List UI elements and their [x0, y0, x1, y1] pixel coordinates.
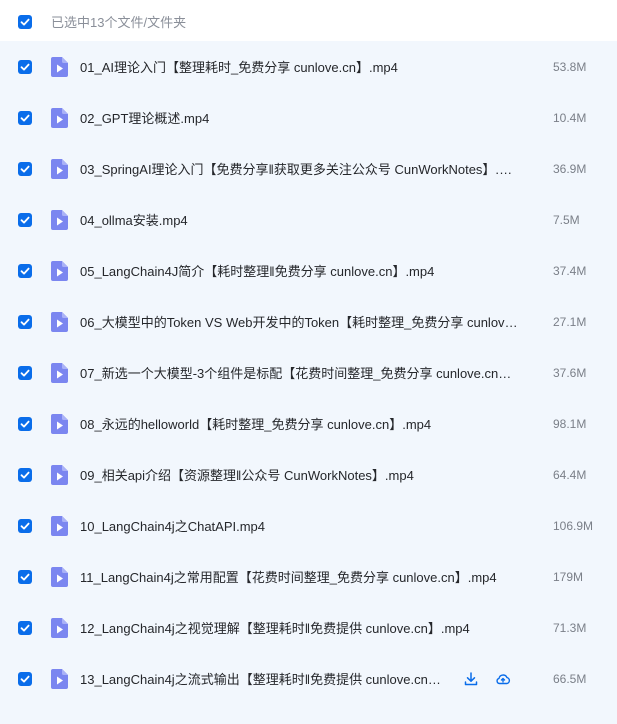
video-file-icon — [51, 566, 68, 587]
file-row[interactable]: 04_ollma安装.mp4 7.5M — [0, 194, 617, 245]
file-checkbox[interactable] — [18, 110, 32, 125]
video-file-icon — [51, 107, 68, 128]
file-size: 98.1M — [553, 416, 587, 431]
file-checkbox[interactable] — [18, 620, 32, 635]
file-checkbox[interactable] — [18, 416, 32, 431]
video-file-icon — [51, 260, 68, 281]
file-size: 37.4M — [553, 263, 587, 278]
file-name[interactable]: 11_LangChain4j之常用配置【花费时间整理_免费分享 cunlove.… — [80, 567, 520, 586]
file-row[interactable]: 06_大模型中的Token VS Web开发中的Token【耗时整理_免费分享 … — [0, 296, 617, 347]
file-row[interactable]: 02_GPT理论概述.mp4 10.4M — [0, 92, 617, 143]
selection-header: 已选中13个文件/文件夹 — [0, 0, 617, 43]
file-row[interactable]: 13_LangChain4j之流式输出【整理耗时‖免费提供 cunlove.cn… — [0, 653, 617, 704]
checkmark-icon — [20, 573, 30, 580]
file-list: 01_AI理论入门【整理耗时_免费分享 cunlove.cn】.mp4 53.8M… — [0, 41, 617, 724]
file-size: 106.9M — [553, 518, 594, 533]
file-checkbox[interactable] — [18, 161, 32, 176]
selection-summary: 已选中13个文件/文件夹 — [51, 15, 187, 30]
video-file-icon — [51, 515, 68, 536]
file-row[interactable]: 03_SpringAI理论入门【免费分享‖获取更多关注公众号 CunWorkNo… — [0, 143, 617, 194]
file-name[interactable]: 07_新选一个大模型-3个组件是标配【花费时间整理_免费分享 cunlove.c… — [80, 363, 520, 382]
checkmark-icon — [20, 318, 30, 325]
file-size: 53.8M — [553, 59, 587, 74]
row-actions — [462, 670, 526, 688]
file-name[interactable]: 03_SpringAI理论入门【免费分享‖获取更多关注公众号 CunWorkNo… — [80, 159, 520, 178]
file-size: 10.4M — [553, 110, 587, 125]
checkmark-icon — [20, 675, 30, 682]
video-file-icon — [51, 413, 68, 434]
file-row[interactable]: 10_LangChain4j之ChatAPI.mp4 106.9M — [0, 500, 617, 551]
file-row[interactable]: 05_LangChain4J简介【耗时整理‖免费分享 cunlove.cn】.m… — [0, 245, 617, 296]
file-name[interactable]: 05_LangChain4J简介【耗时整理‖免费分享 cunlove.cn】.m… — [80, 261, 520, 280]
save-to-cloud-button[interactable] — [494, 670, 512, 688]
download-button[interactable] — [462, 670, 480, 688]
video-file-icon — [51, 56, 68, 77]
checkmark-icon — [20, 114, 30, 121]
checkmark-icon — [20, 522, 30, 529]
cloud-save-icon — [496, 673, 511, 684]
checkmark-icon — [20, 471, 30, 478]
file-selection-panel: 已选中13个文件/文件夹 01_AI理论入门【整理耗时_免费分享 cunlove… — [0, 0, 617, 724]
file-checkbox[interactable] — [18, 263, 32, 278]
file-name[interactable]: 08_永远的helloworld【耗时整理_免费分享 cunlove.cn】.m… — [80, 414, 520, 433]
file-checkbox[interactable] — [18, 671, 32, 686]
file-size: 179M — [553, 569, 584, 584]
file-size: 64.4M — [553, 467, 587, 482]
file-name[interactable]: 10_LangChain4j之ChatAPI.mp4 — [80, 516, 520, 535]
file-checkbox[interactable] — [18, 569, 32, 584]
video-file-icon — [51, 362, 68, 383]
video-file-icon — [51, 617, 68, 638]
checkmark-icon — [20, 216, 30, 223]
video-file-icon — [51, 464, 68, 485]
video-file-icon — [51, 158, 68, 179]
file-size: 37.6M — [553, 365, 587, 380]
file-name[interactable]: 02_GPT理论概述.mp4 — [80, 108, 520, 127]
select-all-checkbox[interactable] — [18, 14, 32, 29]
video-file-icon — [51, 311, 68, 332]
file-checkbox[interactable] — [18, 212, 32, 227]
checkmark-icon — [20, 165, 30, 172]
file-name[interactable]: 12_LangChain4j之视觉理解【整理耗时‖免费提供 cunlove.cn… — [80, 618, 520, 637]
file-checkbox[interactable] — [18, 467, 32, 482]
download-icon — [464, 671, 478, 685]
video-file-icon — [51, 209, 68, 230]
file-size: 7.5M — [553, 212, 580, 227]
file-size: 27.1M — [553, 314, 587, 329]
video-file-icon — [51, 668, 68, 689]
file-checkbox[interactable] — [18, 518, 32, 533]
file-name[interactable]: 13_LangChain4j之流式输出【整理耗时‖免费提供 cunlove.cn… — [80, 669, 448, 688]
file-name[interactable]: 04_ollma安装.mp4 — [80, 210, 520, 229]
file-name[interactable]: 06_大模型中的Token VS Web开发中的Token【耗时整理_免费分享 … — [80, 312, 520, 331]
file-name[interactable]: 01_AI理论入门【整理耗时_免费分享 cunlove.cn】.mp4 — [80, 57, 520, 76]
file-row[interactable]: 01_AI理论入门【整理耗时_免费分享 cunlove.cn】.mp4 53.8M — [0, 41, 617, 92]
file-row[interactable]: 12_LangChain4j之视觉理解【整理耗时‖免费提供 cunlove.cn… — [0, 602, 617, 653]
file-row[interactable]: 07_新选一个大模型-3个组件是标配【花费时间整理_免费分享 cunlove.c… — [0, 347, 617, 398]
file-name[interactable]: 09_相关api介绍【资源整理‖公众号 CunWorkNotes】.mp4 — [80, 465, 520, 484]
file-checkbox[interactable] — [18, 59, 32, 74]
file-checkbox[interactable] — [18, 314, 32, 329]
file-checkbox[interactable] — [18, 365, 32, 380]
file-row[interactable]: 09_相关api介绍【资源整理‖公众号 CunWorkNotes】.mp4 64.… — [0, 449, 617, 500]
checkmark-icon — [20, 63, 30, 70]
checkmark-icon — [20, 420, 30, 427]
checkmark-icon — [20, 369, 30, 376]
file-size: 36.9M — [553, 161, 587, 176]
file-row[interactable]: 08_永远的helloworld【耗时整理_免费分享 cunlove.cn】.m… — [0, 398, 617, 449]
checkmark-icon — [20, 267, 30, 274]
file-size: 66.5M — [553, 671, 587, 686]
file-row[interactable]: 11_LangChain4j之常用配置【花费时间整理_免费分享 cunlove.… — [0, 551, 617, 602]
checkmark-icon — [20, 18, 30, 25]
checkmark-icon — [20, 624, 30, 631]
file-size: 71.3M — [553, 620, 587, 635]
